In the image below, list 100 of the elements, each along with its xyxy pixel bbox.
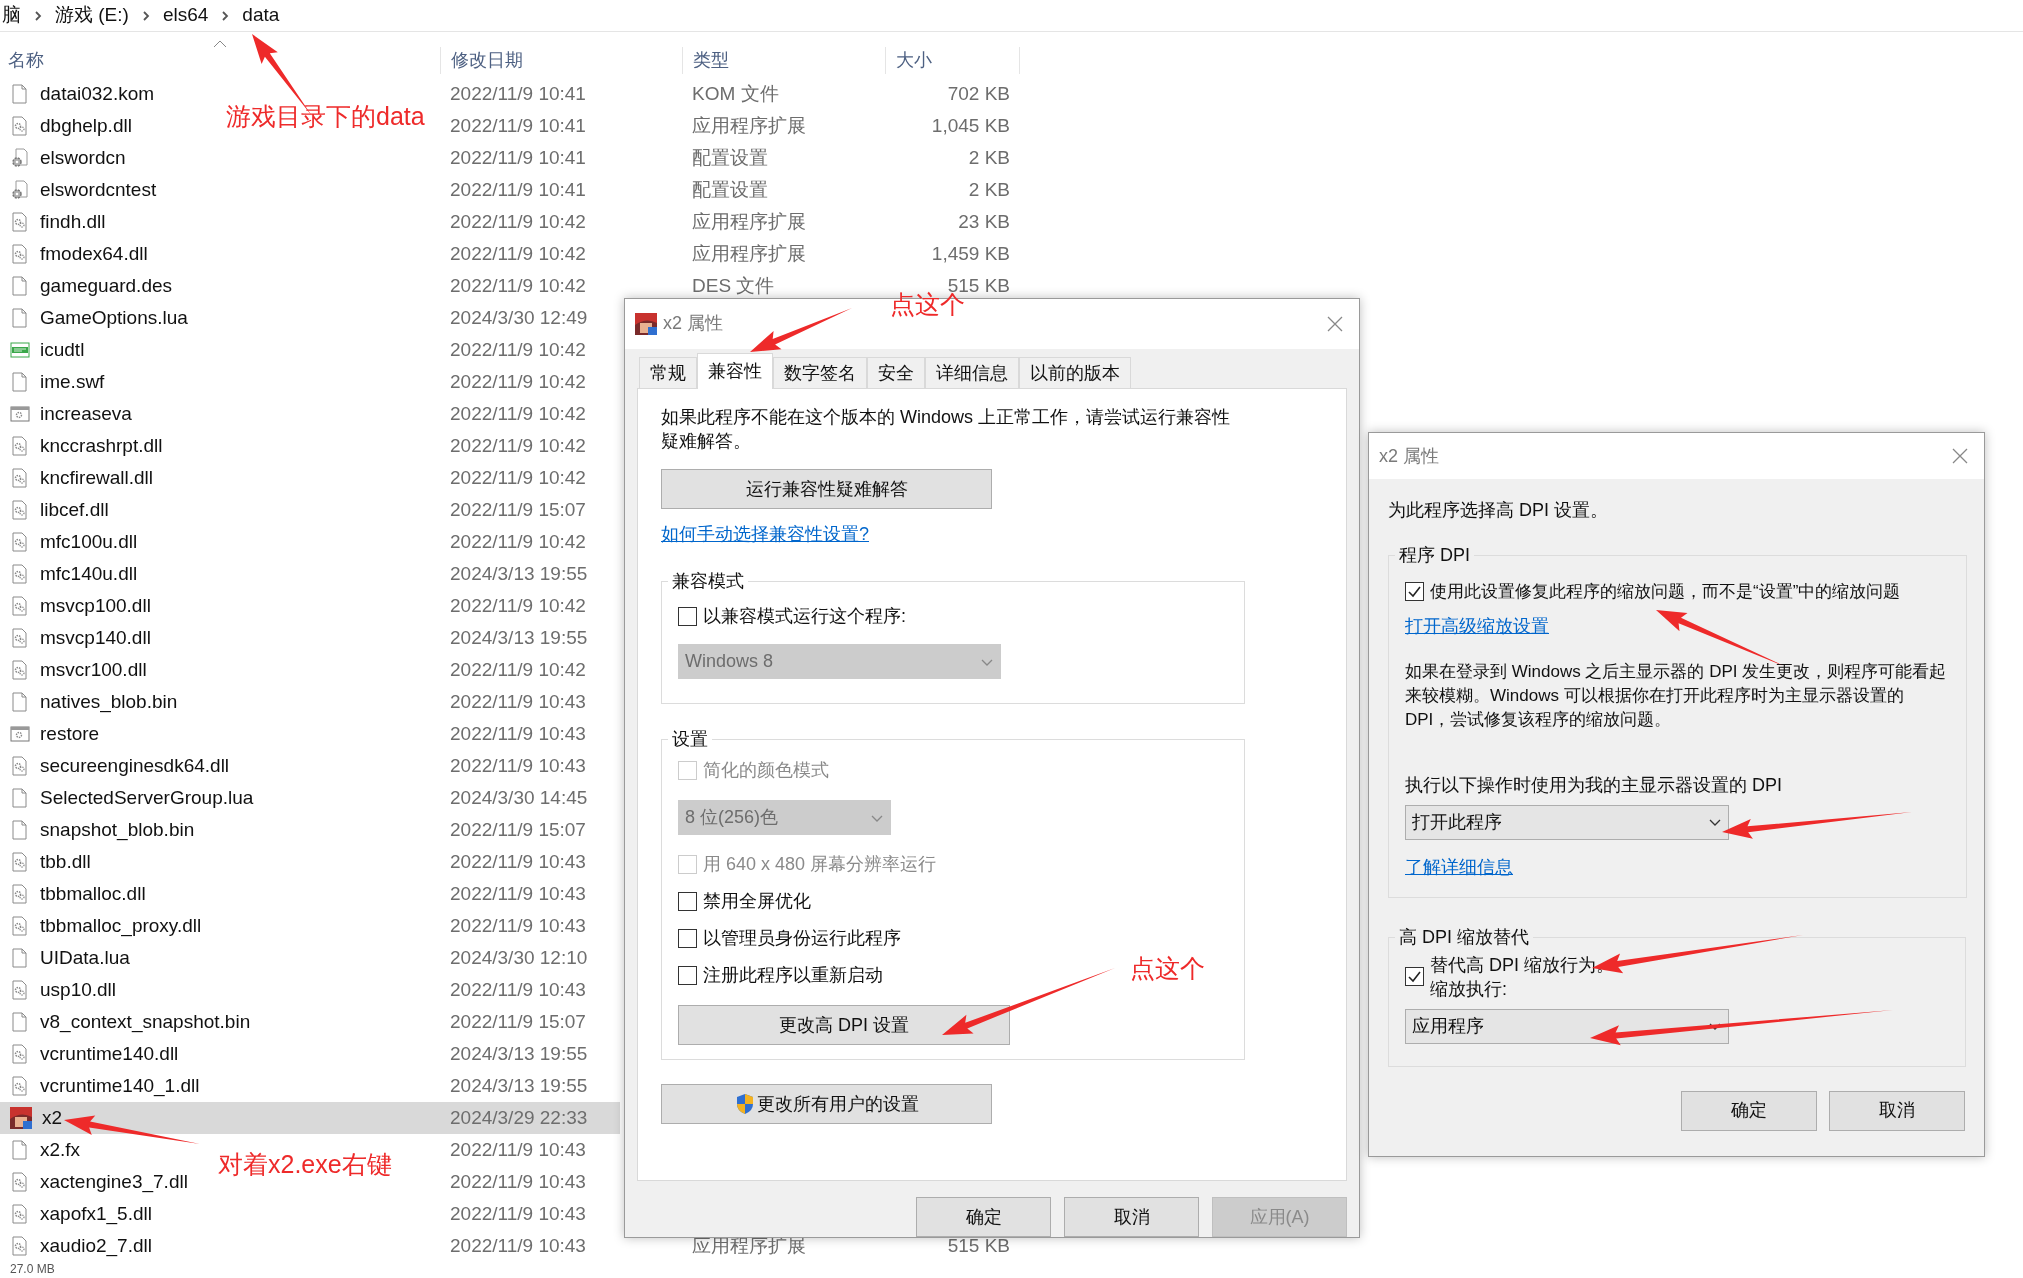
tab[interactable]: 数字签名 bbox=[773, 357, 867, 389]
modified-date: 2022/11/9 10:42 bbox=[450, 210, 586, 232]
checkbox[interactable] bbox=[1405, 967, 1424, 986]
file-name[interactable]: findh.dll bbox=[40, 207, 106, 237]
breadcrumb-item[interactable]: 脑 bbox=[2, 1, 21, 30]
file-name[interactable]: elswordcn bbox=[40, 143, 126, 173]
file-name[interactable]: tbb.dll bbox=[40, 847, 91, 877]
file-name[interactable]: msvcr100.dll bbox=[40, 655, 147, 685]
gear-file-icon bbox=[10, 852, 30, 872]
help-link[interactable]: 如何手动选择兼容性设置? bbox=[661, 521, 869, 549]
selected-file-row[interactable]: x2 2024/3/29 22:33 bbox=[0, 1102, 620, 1134]
checkbox-label: 简化的颜色模式 bbox=[703, 759, 829, 783]
file-name[interactable]: usp10.dll bbox=[40, 975, 117, 1005]
gear-file-icon bbox=[10, 980, 30, 1000]
dialog-button[interactable]: 取消 bbox=[1829, 1090, 1965, 1131]
file-name[interactable]: secureenginesdk64.dll bbox=[40, 751, 230, 781]
file-name[interactable]: xaudio2_7.dll bbox=[40, 1231, 152, 1261]
file-name[interactable]: vcruntime140.dll bbox=[40, 1039, 179, 1069]
file-name[interactable]: datai032.kom bbox=[40, 79, 155, 109]
settings-link[interactable]: 打开高级缩放设置 bbox=[1405, 612, 1549, 640]
window-title: x2 属性 bbox=[1379, 444, 1439, 468]
status-text: 27.0 MB bbox=[10, 1262, 56, 1276]
file-name[interactable]: natives_blob.bin bbox=[40, 687, 178, 717]
file-name[interactable]: mfc100u.dll bbox=[40, 527, 138, 557]
file-name[interactable]: msvcp100.dll bbox=[40, 591, 151, 621]
modified-date: 2022/11/9 10:42 bbox=[450, 658, 586, 680]
file-name[interactable]: xactengine3_7.dll bbox=[40, 1167, 188, 1197]
file-name[interactable]: icudtl bbox=[40, 335, 85, 365]
gear-file-icon bbox=[10, 756, 30, 776]
column-header[interactable]: 名称 bbox=[8, 50, 44, 70]
tab[interactable]: 详细信息 bbox=[925, 357, 1019, 389]
dropdown[interactable]: 打开此程序 bbox=[1405, 804, 1729, 840]
more-info-link[interactable]: 了解详细信息 bbox=[1405, 853, 1513, 881]
sort-caret-icon bbox=[213, 40, 227, 48]
file-name[interactable]: xapofx1_5.dll bbox=[40, 1199, 152, 1229]
dialog-button[interactable]: 更改所有用户的设置 bbox=[661, 1084, 992, 1125]
tab[interactable]: 常规 bbox=[639, 357, 697, 389]
intro-text: 如果此程序不能在这个版本的 Windows 上正常工作，请尝试运行兼容性疑难解答。 bbox=[661, 406, 1232, 454]
file-name[interactable]: snapshot_blob.bin bbox=[40, 815, 195, 845]
file-name[interactable]: ime.swf bbox=[40, 367, 105, 397]
file-name[interactable]: increaseva bbox=[40, 399, 132, 429]
file-name[interactable]: x2 bbox=[42, 1103, 63, 1133]
window-gear-icon bbox=[10, 404, 30, 424]
dialog-button[interactable]: 取消 bbox=[1064, 1197, 1199, 1237]
file-name[interactable]: elswordcntest bbox=[40, 175, 157, 205]
dialog-button[interactable]: 确定 bbox=[916, 1197, 1051, 1237]
checkbox-label: 禁用全屏优化 bbox=[703, 890, 811, 914]
file-name[interactable]: x2.fx bbox=[40, 1135, 81, 1165]
file-name[interactable]: vcruntime140_1.dll bbox=[40, 1071, 200, 1101]
tab[interactable]: 安全 bbox=[867, 357, 925, 389]
breadcrumb-item[interactable]: 游戏 (E:) bbox=[55, 1, 129, 30]
checkbox-label: 以兼容模式运行这个程序: bbox=[703, 605, 906, 629]
file-name[interactable]: fmodex64.dll bbox=[40, 239, 148, 269]
checkbox[interactable] bbox=[678, 966, 697, 986]
modified-date: 2022/11/9 10:43 bbox=[450, 754, 586, 776]
checkbox[interactable] bbox=[678, 892, 697, 912]
gear-file-icon bbox=[10, 532, 30, 552]
file-name[interactable]: GameOptions.lua bbox=[40, 303, 188, 333]
file-name[interactable]: knccrashrpt.dll bbox=[40, 431, 163, 461]
checkbox-label: 替代高 DPI 缩放行为。 bbox=[1430, 953, 1614, 977]
description-text: 如果在登录到 Windows 之后主显示器的 DPI 发生更改，则程序可能看起来较模糊。Windows 可以根据你在打开此程序时为主显示器设置的 DPI，尝试修复该程序的缩放问题。 bbox=[1405, 660, 1948, 731]
breadcrumb-item[interactable]: els64 bbox=[162, 1, 209, 30]
file-icon bbox=[10, 820, 30, 840]
file-type: 应用程序扩展 bbox=[692, 210, 806, 232]
dialog-button[interactable]: 运行兼容性疑难解答 bbox=[661, 469, 992, 510]
file-name[interactable]: mfc140u.dll bbox=[40, 559, 138, 589]
file-size: 702 KB bbox=[947, 81, 1010, 106]
annotation-text: 游戏目录下的data bbox=[226, 101, 425, 132]
file-name[interactable]: gameguard.des bbox=[40, 271, 173, 301]
column-header[interactable]: 大小 bbox=[896, 50, 932, 70]
gear-file-icon bbox=[10, 116, 30, 136]
file-icon bbox=[10, 1140, 30, 1160]
close-icon[interactable] bbox=[1327, 315, 1343, 332]
checkbox[interactable] bbox=[1405, 582, 1424, 602]
file-icon bbox=[10, 788, 30, 808]
modified-date: 2024/3/30 14:45 bbox=[450, 786, 588, 808]
file-name[interactable]: kncfirewall.dll bbox=[40, 463, 153, 493]
dialog-button[interactable]: 确定 bbox=[1681, 1090, 1817, 1131]
tab[interactable]: 兼容性 bbox=[697, 353, 773, 390]
file-name[interactable]: libcef.dll bbox=[40, 495, 109, 525]
modified-date: 2022/11/9 10:42 bbox=[450, 530, 586, 552]
breadcrumb-item[interactable]: data bbox=[242, 1, 280, 30]
file-name[interactable]: dbghelp.dll bbox=[40, 111, 132, 141]
checkbox[interactable] bbox=[678, 929, 697, 949]
file-name[interactable]: msvcp140.dll bbox=[40, 623, 151, 653]
dropdown[interactable]: 应用程序 bbox=[1405, 1008, 1729, 1044]
checkbox[interactable] bbox=[678, 607, 697, 627]
file-name[interactable]: tbbmalloc_proxy.dll bbox=[40, 911, 202, 941]
modified-date: 2022/11/9 10:42 bbox=[450, 434, 586, 456]
column-header[interactable]: 修改日期 bbox=[451, 50, 523, 70]
file-name[interactable]: tbbmalloc.dll bbox=[40, 879, 146, 909]
tab[interactable]: 以前的版本 bbox=[1019, 357, 1131, 389]
column-header[interactable]: 类型 bbox=[693, 50, 729, 70]
file-name[interactable]: UIData.lua bbox=[40, 943, 130, 973]
file-name[interactable]: restore bbox=[40, 719, 100, 749]
file-name[interactable]: SelectedServerGroup.lua bbox=[40, 783, 254, 813]
modified-date: 2024/3/30 12:10 bbox=[450, 946, 588, 968]
close-icon[interactable] bbox=[1952, 448, 1968, 464]
dialog-button[interactable]: 更改高 DPI 设置 bbox=[678, 1005, 1010, 1046]
file-name[interactable]: v8_context_snapshot.bin bbox=[40, 1007, 251, 1037]
